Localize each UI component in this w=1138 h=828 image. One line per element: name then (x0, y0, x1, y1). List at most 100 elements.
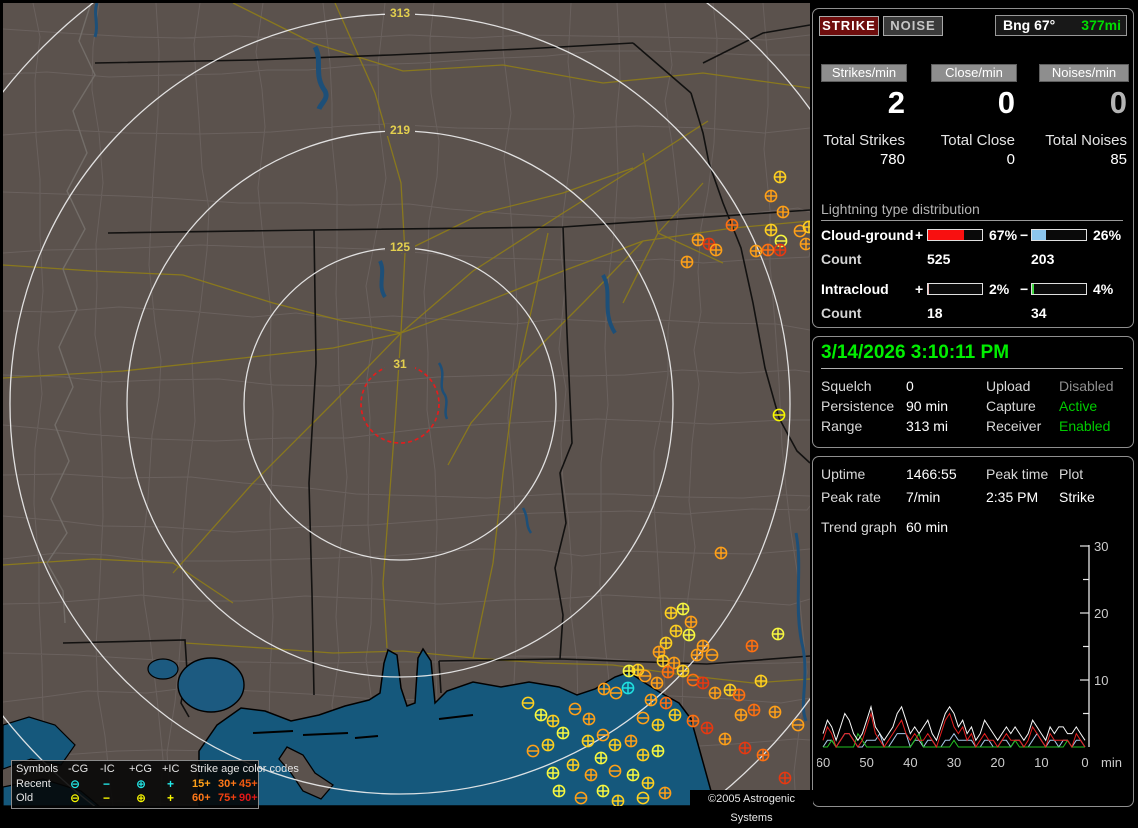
trend-graph-label: Trend graph (821, 519, 897, 535)
trend-series-cloud-ground (822, 711, 1086, 749)
plus-sign: + (915, 227, 924, 243)
strike-symbol-positive (680, 255, 694, 269)
ic-negative-pct: 4% (1093, 281, 1114, 297)
cg-negative-pct: 26% (1093, 227, 1122, 243)
strike-symbol-positive (644, 693, 658, 707)
legend-header-ncg: -CG (68, 763, 89, 775)
strike-symbol-positive (636, 748, 650, 762)
strike-symbol-positive (734, 708, 748, 722)
strike-symbol-positive (581, 734, 595, 748)
strike-symbol-positive (725, 218, 739, 232)
strike-symbol-positive (546, 766, 560, 780)
strike-symbol-positive (709, 243, 723, 257)
strike-symbol-positive (776, 205, 790, 219)
strike-symbol-positive (754, 674, 768, 688)
strike-symbol-positive (761, 243, 775, 257)
noises-per-min-tab[interactable]: Noises/min (1039, 64, 1129, 82)
plot-mode-value: Strike (1059, 489, 1095, 505)
cg-positive-pct: 67% (989, 227, 1018, 243)
distance-value: 377mi (1081, 17, 1121, 33)
peak-rate-value: 7/min (906, 489, 941, 505)
strike-symbol-positive (624, 734, 638, 748)
cg-positive-bar (927, 229, 983, 241)
circle-plus-icon: ⊕ (136, 791, 147, 805)
strike-symbol-positive (668, 708, 682, 722)
close-per-min-tab[interactable]: Close/min (931, 64, 1017, 82)
count-label: Count (821, 251, 862, 267)
strike-symbol-positive (745, 639, 759, 653)
minus-sign: − (1020, 227, 1029, 243)
strike-symbol-positive (594, 751, 608, 765)
circle-minus-icon: ⊖ (70, 777, 81, 791)
close-per-min-value: 0 (997, 85, 1015, 120)
plus-icon: + (167, 777, 175, 791)
total-noises-value: 85 (1110, 151, 1127, 168)
receiver-status-panel: 3/14/2026 3:10:11 PM Squelch 0 Upload Di… (812, 336, 1134, 448)
range-value: 313 mi (906, 418, 949, 434)
strike-symbol-positive (676, 602, 690, 616)
app-window: 31 125 219 313 Symbols -CG -IC +CG +IC Stri… (0, 0, 1138, 828)
ring-distance-label: 313 (390, 6, 410, 20)
strike-symbol-positive (700, 721, 714, 735)
strike-symbol-positive (650, 676, 664, 690)
age-60: 60+ (192, 792, 211, 804)
strike-symbol-positive (621, 681, 635, 695)
bearing-value: Bng 67° (1003, 17, 1056, 33)
trend-x-unit-label: min (1101, 755, 1122, 770)
age-15: 15+ (192, 778, 211, 790)
legend-header-pcg: +CG (129, 763, 152, 775)
ring-distance-label: 219 (390, 123, 410, 137)
trend-graph: 10 20 30 60 50 40 30 20 10 0 min (817, 541, 1122, 770)
copyright-notice: ©2005 Astrogenic Systems (690, 790, 813, 824)
total-close-value: 0 (1006, 151, 1015, 168)
strike-symbol-positive (664, 606, 678, 620)
strike-symbol-positive (738, 741, 752, 755)
strike-symbol-positive (732, 688, 746, 702)
strike-symbol-positive (669, 624, 683, 638)
noise-toggle-button[interactable]: NOISE (883, 16, 943, 36)
strike-symbol-positive (656, 654, 670, 668)
circle-minus-icon: ⊖ (70, 791, 81, 805)
session-trend-panel: Uptime 1466:55 Peak time Plot Peak rate … (812, 456, 1134, 807)
map-canvas[interactable]: 31 125 219 313 (0, 0, 906, 828)
strike-symbol-positive (659, 696, 673, 710)
trend-x-tick-label: 60 (817, 755, 830, 770)
receiver-label: Receiver (986, 418, 1042, 434)
upload-value: Disabled (1059, 378, 1114, 394)
strike-symbol-positive (778, 771, 792, 785)
strike-symbol-positive (631, 663, 645, 677)
ring-distance-label: 125 (390, 240, 410, 254)
trend-series-total (822, 704, 1086, 742)
strike-symbol-positive (764, 223, 778, 237)
intracloud-label: Intracloud (821, 281, 889, 297)
strike-symbol-positive (584, 768, 598, 782)
strike-symbol-positive (747, 703, 761, 717)
bearing-readout: Bng 67° 377mi (995, 15, 1127, 36)
strikes-per-min-tab[interactable]: Strikes/min (821, 64, 907, 82)
strike-stats-panel: STRIKE NOISE Bng 67° 377mi Strikes/min C… (812, 8, 1134, 328)
map-legend: Symbols -CG -IC +CG +IC Strike age color… (11, 760, 299, 809)
plus-sign: + (915, 281, 924, 297)
strike-symbol-positive (708, 686, 722, 700)
ic-positive-bar (927, 283, 983, 295)
strike-symbol-positive (691, 233, 705, 247)
lightning-map[interactable]: 31 125 219 313 Symbols -CG -IC +CG +IC Stri… (0, 0, 906, 828)
plus-icon: + (167, 791, 175, 805)
strike-toggle-button[interactable]: STRIKE (819, 16, 879, 36)
count-label: Count (821, 305, 862, 321)
uptime-value: 1466:55 (906, 466, 957, 482)
receiver-value: Enabled (1059, 418, 1111, 434)
age-30: 30+ (218, 778, 237, 790)
minus-icon: − (103, 777, 111, 791)
strike-symbol-positive (566, 758, 580, 772)
strike-symbol-positive (534, 708, 548, 722)
total-strikes-label: Total Strikes (823, 132, 905, 149)
persistence-label: Persistence (821, 398, 895, 414)
trend-y-tick-label: 10 (1094, 673, 1108, 688)
legend-age-title: Strike age color codes (190, 763, 299, 775)
uptime-label: Uptime (821, 466, 866, 482)
strike-symbol-positive (608, 738, 622, 752)
trend-x-tick-label: 50 (859, 755, 873, 770)
legend-row-old-label: Old (16, 792, 34, 804)
strike-symbol-positive (552, 784, 566, 798)
